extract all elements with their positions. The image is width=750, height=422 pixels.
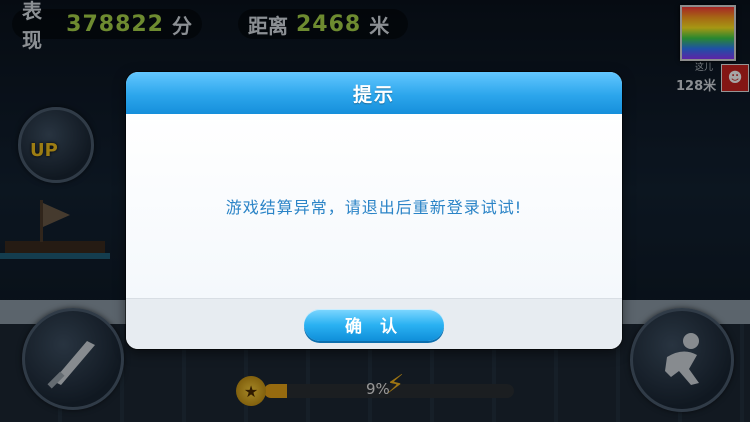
alert-dialog: 提示 游戏结算异常，请退出后重新登录试试! 确 认 xyxy=(126,72,622,349)
dialog-header: 提示 xyxy=(126,72,622,114)
dialog-message: 游戏结算异常，请退出后重新登录试试! xyxy=(225,198,523,217)
dialog-body: 游戏结算异常，请退出后重新登录试试! xyxy=(126,114,622,298)
dialog-title: 提示 xyxy=(352,83,395,106)
confirm-button[interactable]: 确 认 xyxy=(304,308,444,341)
dialog-footer: 确 认 xyxy=(126,298,622,349)
